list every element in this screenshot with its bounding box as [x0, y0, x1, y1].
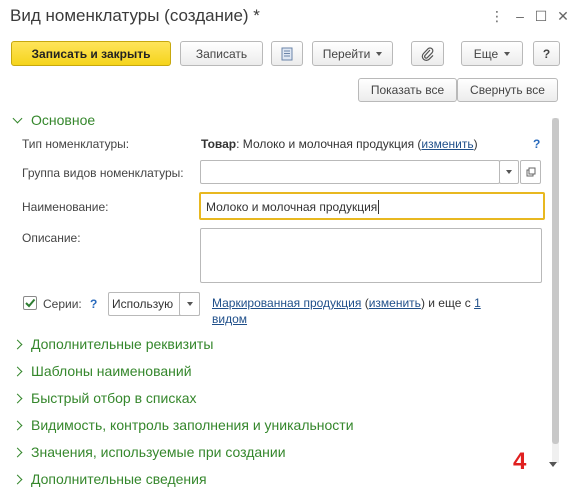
series-dropdown-button[interactable] [179, 292, 200, 316]
section-title: Шаблоны наименований [31, 363, 192, 379]
chevron-down-icon [376, 51, 383, 56]
more-options-icon[interactable]: ⋮ [489, 8, 505, 24]
type-help-icon[interactable]: ? [533, 137, 540, 151]
chevron-down-icon [504, 51, 511, 56]
section-default-values[interactable]: Значения, используемые при создании [12, 444, 286, 460]
series-label: Серии: [43, 297, 82, 311]
kind-link[interactable]: видом [212, 312, 247, 326]
checkmark-icon [25, 298, 36, 308]
series-help-icon[interactable]: ? [90, 297, 97, 311]
section-title: Дополнительные реквизиты [31, 336, 214, 352]
scroll-down-icon[interactable] [549, 462, 557, 467]
type-close: ) [473, 137, 478, 151]
section-additional-info[interactable]: Дополнительные сведения [12, 471, 207, 487]
chevron-right-icon [12, 339, 23, 349]
section-title: Видимость, контроль заполнения и уникаль… [31, 417, 354, 433]
description-label: Описание: [22, 231, 81, 245]
section-main-title: Основное [31, 112, 96, 128]
chevron-right-icon [12, 393, 23, 403]
marked-open: ( [361, 296, 369, 310]
marked-change-link[interactable]: изменить [369, 296, 421, 310]
name-value: Молоко и молочная продукция [206, 200, 378, 214]
chevron-down-icon [506, 170, 512, 174]
one-kind-link[interactable]: 1 [474, 296, 481, 310]
section-name-templates[interactable]: Шаблоны наименований [12, 363, 192, 379]
section-quick-filter[interactable]: Быстрый отбор в списках [12, 390, 197, 406]
chevron-right-icon [12, 447, 23, 457]
collapse-all-button[interactable]: Свернуть все [457, 78, 558, 102]
document-button[interactable] [271, 41, 303, 66]
group-label: Группа видов номенклатуры: [22, 166, 184, 180]
goto-menu-button[interactable]: Перейти [312, 41, 393, 66]
save-button[interactable]: Записать [180, 41, 263, 66]
chevron-right-icon [12, 474, 23, 484]
group-open-button[interactable] [520, 160, 541, 184]
step-number-badge: 4 [513, 448, 527, 475]
window-title: Вид номенклатуры (создание) * [10, 6, 260, 25]
series-checkbox[interactable] [23, 296, 37, 310]
type-value-text: : Молоко и молочная продукция ( [236, 137, 422, 151]
section-additional-attributes[interactable]: Дополнительные реквизиты [12, 336, 214, 352]
section-title: Значения, используемые при создании [31, 444, 286, 460]
description-input[interactable] [200, 228, 542, 283]
type-value: Товар: Молоко и молочная продукция (изме… [201, 137, 478, 151]
chevron-down-icon [186, 302, 193, 306]
chevron-right-icon [12, 420, 23, 430]
section-visibility[interactable]: Видимость, контроль заполнения и уникаль… [12, 417, 354, 433]
chevron-down-icon [12, 113, 23, 123]
save-and-close-button[interactable]: Записать и закрыть [11, 41, 171, 66]
minimize-icon[interactable]: – [512, 8, 528, 24]
help-button[interactable]: ? [533, 41, 560, 66]
type-value-bold: Товар [201, 137, 237, 151]
document-list-icon [281, 47, 293, 60]
series-select-value: Использую [112, 297, 174, 311]
name-label: Наименование: [22, 200, 109, 214]
scrollbar-thumb[interactable] [552, 118, 559, 444]
type-label: Тип номенклатуры: [22, 137, 130, 151]
section-title: Дополнительные сведения [31, 471, 207, 487]
attach-button[interactable] [411, 41, 444, 66]
paperclip-icon [421, 46, 433, 61]
goto-label: Перейти [322, 46, 371, 61]
section-title: Быстрый отбор в списках [31, 390, 197, 406]
chevron-right-icon [12, 366, 23, 376]
group-input[interactable] [200, 160, 500, 184]
marked-tail: ) и еще с [420, 296, 475, 310]
open-window-icon [526, 167, 535, 177]
text-cursor [378, 200, 380, 214]
marked-products-link[interactable]: Маркированная продукция [212, 296, 361, 310]
show-all-button[interactable]: Показать все [358, 78, 457, 102]
maximize-icon[interactable]: ☐ [533, 8, 549, 24]
section-main-header[interactable]: Основное [12, 112, 96, 128]
marked-products-text: Маркированная продукция (изменить) и еще… [212, 295, 512, 327]
more-label: Еще [473, 46, 499, 61]
group-dropdown-button[interactable] [499, 160, 519, 184]
name-input[interactable]: Молоко и молочная продукция [199, 192, 545, 220]
type-change-link[interactable]: изменить [421, 137, 473, 151]
close-icon[interactable]: ✕ [555, 8, 571, 24]
more-menu-button[interactable]: Еще [461, 41, 523, 66]
